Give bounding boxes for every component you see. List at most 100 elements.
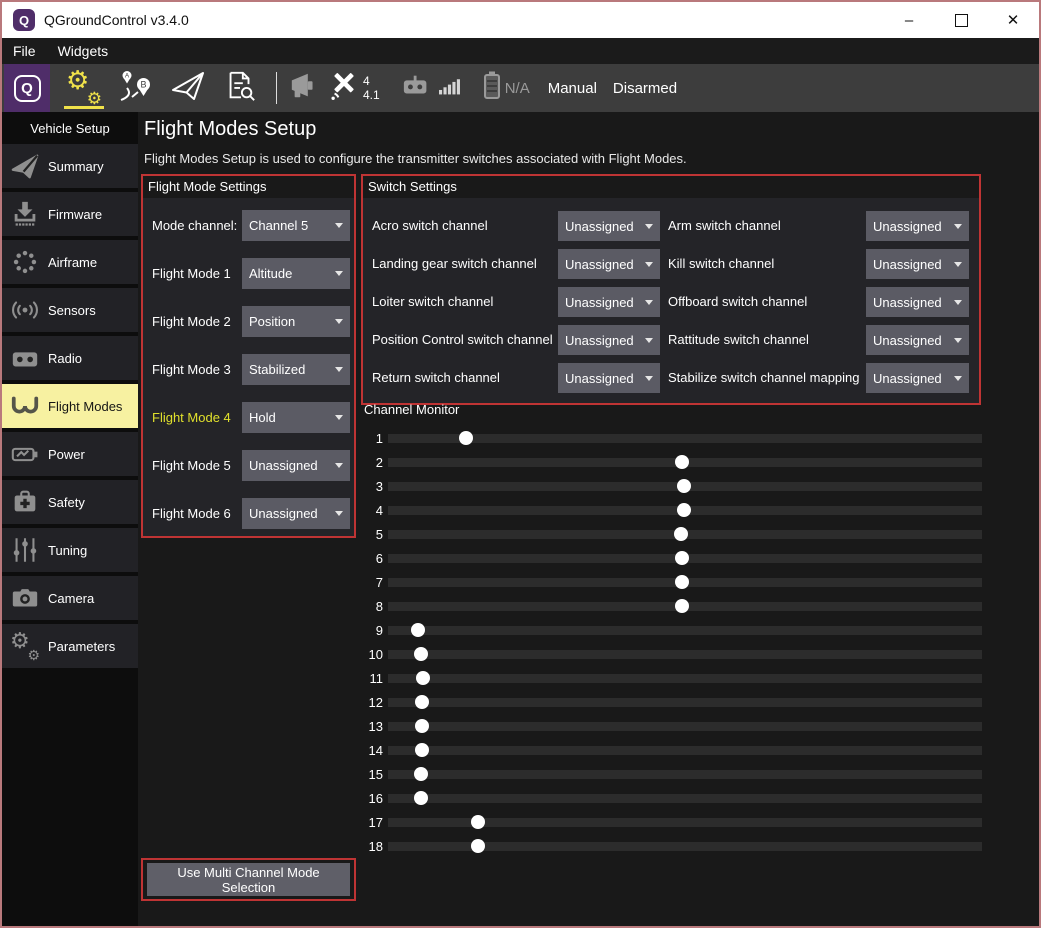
flight-mode-row-mode-channel: Mode channel:Channel 5 [143,210,354,242]
sidebar-item-camera[interactable]: Camera [2,576,138,620]
return-switch-channel-dropdown[interactable]: Unassigned [558,363,660,393]
mode-channel-dropdown[interactable]: Channel 5 [242,210,350,241]
flight-mode-2-dropdown[interactable]: Position [242,306,350,337]
acro-switch-channel-dropdown[interactable]: Unassigned [558,211,660,241]
sidebar-item-summary[interactable]: Summary [2,144,138,188]
dropdown-value: Unassigned [565,295,640,310]
qgc-logo-button[interactable]: Q [4,64,50,112]
switch-settings-title: Switch Settings [363,176,979,197]
channel-8-value-dot [675,599,689,613]
channel-number: 16 [364,791,383,806]
battery-status: N/A [505,80,530,97]
channel-number: 8 [364,599,383,614]
app-window: Q QGroundControl v3.4.0 – ✕ FileWidgets … [0,0,1041,928]
switch-label-loiter-switch-channel: Loiter switch channel [372,287,493,317]
channel-10-value-dot [414,647,428,661]
channel-18-value-dot [471,839,485,853]
row-label: Flight Mode 4 [152,402,231,434]
landing-gear-switch-channel-dropdown[interactable]: Unassigned [558,249,660,279]
dropdown-value: Hold [249,410,330,425]
switch-label-rattitude-switch-channel: Rattitude switch channel [668,325,809,355]
use-multi-channel-mode-button[interactable]: Use Multi Channel Mode Selection [147,863,350,896]
flight-mode-5-dropdown[interactable]: Unassigned [242,450,350,481]
page-title: Flight Modes Setup [144,118,316,141]
sidebar-item-airframe[interactable]: Airframe [2,240,138,284]
kill-switch-channel-dropdown[interactable]: Unassigned [866,249,969,279]
plan-view-button[interactable]: A B [110,64,162,112]
menu-file[interactable]: File [2,43,47,59]
switch-label-arm-switch-channel: Arm switch channel [668,211,781,241]
minimize-button[interactable]: – [883,2,935,38]
channel-3-value-dot [677,479,691,493]
channel-12-row: 12 [364,690,982,714]
menu-widgets[interactable]: Widgets [47,43,120,59]
sidebar-item-safety[interactable]: Safety [2,480,138,524]
messages-indicator[interactable] [289,70,321,107]
arm-status-indicator[interactable]: Disarmed [613,80,677,97]
tuning-sliders-icon [2,535,48,565]
sidebar-item-power[interactable]: Power [2,432,138,476]
channel-5-track [388,530,982,539]
flight-mode-6-dropdown[interactable]: Unassigned [242,498,350,529]
chevron-down-icon [645,224,653,229]
sidebar-item-firmware[interactable]: Firmware [2,192,138,236]
channel-18-row: 18 [364,834,982,858]
channel-number: 10 [364,647,383,662]
channel-8-row: 8 [364,594,982,618]
vehicle-setup-view-button[interactable]: ⚙⚙ [58,64,110,112]
channel-5-value-dot [674,527,688,541]
rc-controller-icon [402,74,432,103]
sidebar-item-radio[interactable]: Radio [2,336,138,380]
sidebar-item-label: Sensors [48,303,96,318]
airframe-dots-icon [2,247,48,277]
flight-mode-3-dropdown[interactable]: Stabilized [242,354,350,385]
channel-16-row: 16 [364,786,982,810]
dropdown-value: Unassigned [565,371,640,386]
channel-2-value-dot [675,455,689,469]
flight-mode-indicator[interactable]: Manual [548,80,597,97]
rc-rssi-indicator[interactable] [402,74,464,103]
channel-12-value-dot [415,695,429,709]
flight-modes-wave-icon [2,391,48,421]
channel-17-track [388,818,982,827]
analyze-view-button[interactable] [214,64,266,112]
dropdown-value: Unassigned [565,219,640,234]
channel-7-row: 7 [364,570,982,594]
sidebar-item-label: Flight Modes [48,399,122,414]
sidebar-item-sensors[interactable]: Sensors [2,288,138,332]
sidebar-item-flight-modes[interactable]: Flight Modes [2,384,138,428]
camera-icon [2,583,48,613]
flight-mode-4-dropdown[interactable]: Hold [242,402,350,433]
arm-switch-channel-dropdown[interactable]: Unassigned [866,211,969,241]
rattitude-switch-channel-dropdown[interactable]: Unassigned [866,325,969,355]
channel-13-track [388,722,982,731]
chevron-down-icon [954,376,962,381]
close-icon: ✕ [1007,11,1020,29]
chevron-down-icon [335,367,343,372]
channel-17-row: 17 [364,810,982,834]
gps-indicator[interactable]: 4 4.1 [327,69,380,108]
offboard-switch-channel-dropdown[interactable]: Unassigned [866,287,969,317]
channel-number: 15 [364,767,383,782]
channel-number: 7 [364,575,383,590]
loiter-switch-channel-dropdown[interactable]: Unassigned [558,287,660,317]
flight-mode-1-dropdown[interactable]: Altitude [242,258,350,289]
sidebar-item-tuning[interactable]: Tuning [2,528,138,572]
chevron-down-icon [645,376,653,381]
stabilize-switch-channel-mapping-dropdown[interactable]: Unassigned [866,363,969,393]
dropdown-value: Unassigned [873,219,949,234]
sidebar-item-parameters[interactable]: ⚙⚙Parameters [2,624,138,668]
battery-indicator[interactable]: N/A [482,70,530,106]
position-control-switch-channel-dropdown[interactable]: Unassigned [558,325,660,355]
maximize-button[interactable] [935,2,987,38]
chevron-down-icon [954,224,962,229]
channel-number: 14 [364,743,383,758]
fly-view-button[interactable] [162,64,214,112]
close-button[interactable]: ✕ [987,2,1039,38]
chevron-down-icon [645,262,653,267]
sidebar-item-label: Firmware [48,207,102,222]
channel-number: 11 [364,671,383,686]
sensors-signal-icon [2,295,48,325]
channel-number: 4 [364,503,383,518]
channel-number: 2 [364,455,383,470]
